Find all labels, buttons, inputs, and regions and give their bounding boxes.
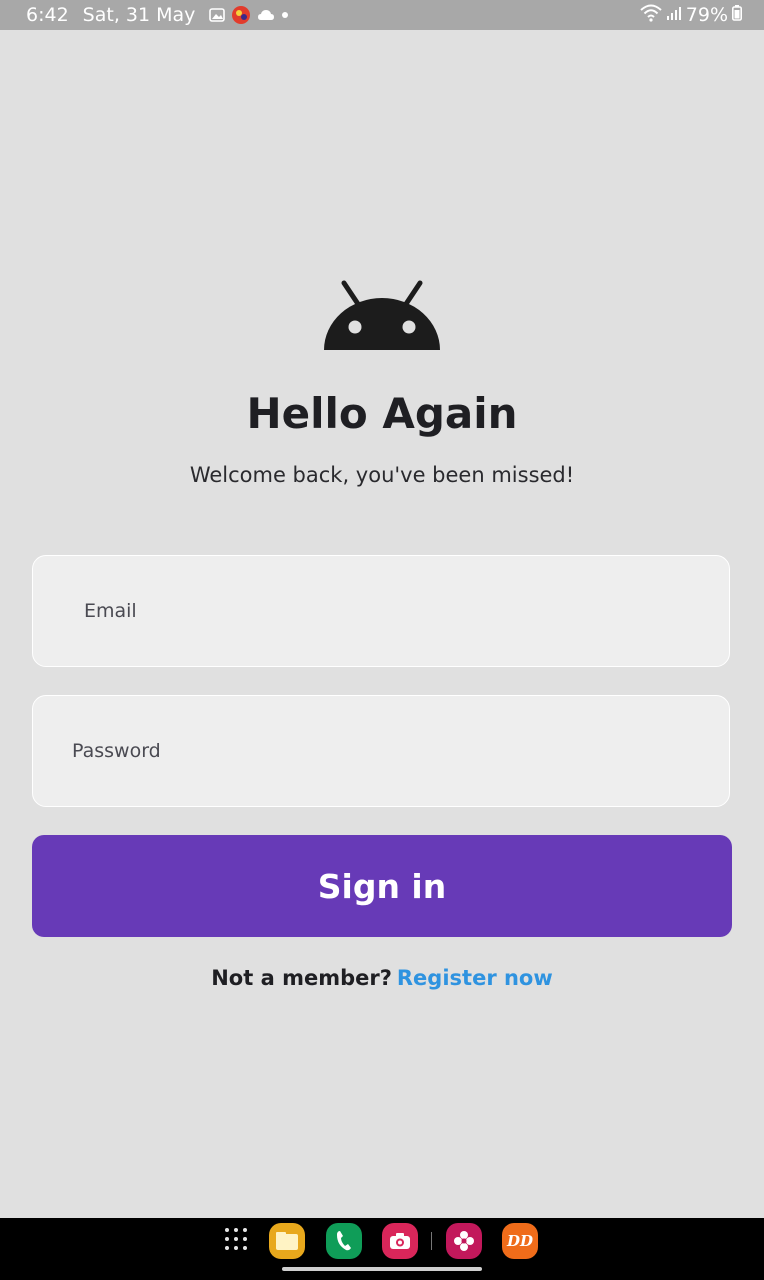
app-drawer-icon[interactable] [225,1228,251,1254]
camera-app-icon[interactable] [382,1223,418,1259]
taskbar-divider [431,1232,432,1250]
status-date: Sat, 31 May [82,4,196,26]
game-app-icon [231,5,251,25]
image-icon [209,7,226,23]
status-bar: 6:42 Sat, 31 May 79% [0,0,764,30]
cloud-icon [257,8,275,22]
battery-icon [732,4,742,26]
status-time: 6:42 [26,4,69,26]
status-bar-right: 79% [640,0,742,30]
dot-icon [281,11,289,19]
gallery-app-icon[interactable] [446,1223,482,1259]
email-field[interactable] [33,556,729,666]
phone-app-icon[interactable] [326,1223,362,1259]
password-field[interactable] [33,696,729,806]
taskbar: DD [0,1218,764,1280]
status-bar-left: 6:42 Sat, 31 May [0,4,289,26]
page-subtitle: Welcome back, you've been missed! [189,463,575,487]
register-row: Not a member? Register now [0,962,764,994]
battery-percent: 79% [685,4,728,26]
signal-icon [666,4,682,26]
wifi-icon [640,4,662,27]
notification-icons [209,5,289,25]
files-app-icon[interactable] [269,1223,305,1259]
android-head-icon [322,280,442,352]
register-now-link[interactable]: Register now [397,966,553,990]
dd-app-icon[interactable]: DD [502,1223,538,1259]
register-prompt: Not a member? [211,966,392,990]
sign-in-button[interactable]: Sign in [32,835,732,937]
page-title: Hello Again [246,389,518,438]
password-field-container [32,695,730,807]
home-indicator[interactable] [282,1267,482,1271]
email-field-container [32,555,730,667]
dd-app-label: DD [506,1232,533,1250]
